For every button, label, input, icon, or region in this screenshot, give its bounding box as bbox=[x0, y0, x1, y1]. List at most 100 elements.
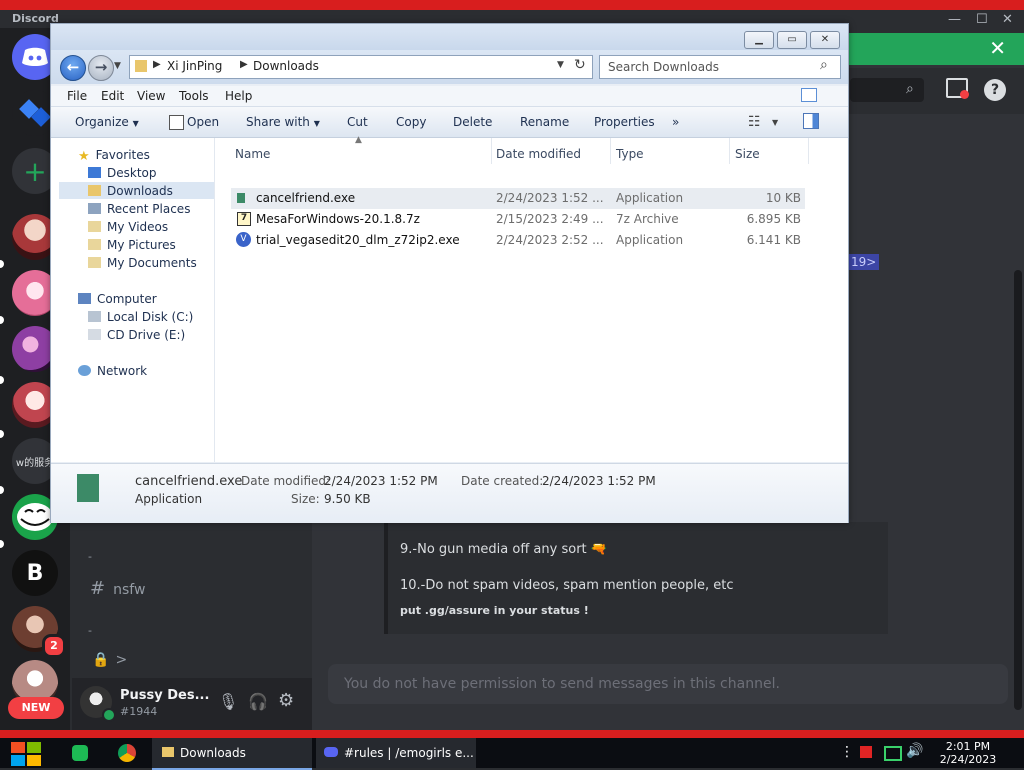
back-arrow-icon[interactable]: ← bbox=[60, 55, 86, 81]
column-type[interactable]: Type bbox=[616, 147, 644, 161]
close-window-icon[interactable]: ✕ bbox=[1002, 12, 1013, 27]
details-pane: cancelfriend.exe Application Date modifi… bbox=[51, 463, 848, 523]
breadcrumb-xi-jinping[interactable]: Xi JinPing bbox=[167, 59, 222, 73]
copy-button[interactable]: Copy bbox=[396, 115, 426, 129]
file-row[interactable]: 7 MesaForWindows-20.1.8.7z 2/15/2023 2:4… bbox=[231, 209, 805, 230]
share-with-button[interactable]: Share with ▼ bbox=[246, 115, 320, 129]
preview-pane-icon[interactable] bbox=[803, 113, 819, 129]
clock[interactable]: 2:01 PM 2/24/2023 bbox=[938, 740, 998, 766]
nav-favorites[interactable]: ★ Favorites bbox=[78, 148, 150, 164]
view-dropdown-icon[interactable]: ▼ bbox=[772, 118, 778, 127]
nav-downloads[interactable]: Downloads bbox=[88, 184, 173, 198]
spotify-icon[interactable] bbox=[72, 745, 88, 761]
chrome-icon[interactable] bbox=[118, 744, 136, 762]
view-options-icon[interactable]: ☷ bbox=[748, 114, 761, 130]
breadcrumb-separator-icon: ▶ bbox=[240, 59, 248, 70]
column-separator bbox=[808, 138, 809, 164]
nav-desktop[interactable]: Desktop bbox=[88, 166, 157, 180]
delete-button[interactable]: Delete bbox=[453, 115, 492, 129]
desktop-icon bbox=[88, 167, 101, 178]
cut-button[interactable]: Cut bbox=[347, 115, 368, 129]
file-type: Application bbox=[616, 191, 684, 205]
channel-nsfw[interactable]: # nsfw bbox=[90, 578, 145, 599]
folder-icon bbox=[162, 747, 174, 757]
nav-local-disk[interactable]: Local Disk (C:) bbox=[88, 310, 193, 324]
file-size: 10 KB bbox=[765, 191, 801, 205]
address-bar[interactable]: ▶ Xi JinPing ▶ Downloads ▼ ↻ bbox=[129, 55, 593, 79]
nav-recent-places[interactable]: Recent Places bbox=[88, 202, 190, 216]
search-downloads-input[interactable]: Search Downloads ⌕ bbox=[599, 55, 841, 79]
column-date-modified[interactable]: Date modified bbox=[496, 147, 581, 161]
taskbar-downloads[interactable]: Downloads bbox=[152, 738, 312, 770]
chat-toolbar: ⌕ ? bbox=[848, 68, 1024, 114]
rename-button[interactable]: Rename bbox=[520, 115, 569, 129]
explorer-titlebar[interactable]: ▁ ▭ ✕ bbox=[51, 24, 848, 50]
details-created-value: 2/24/2023 1:52 PM bbox=[542, 474, 656, 488]
start-button[interactable] bbox=[10, 741, 42, 767]
volume-icon[interactable]: 🔊 bbox=[906, 743, 923, 759]
microphone-icon[interactable]: 🎙 bbox=[218, 692, 238, 711]
maximize-button[interactable]: ▭ bbox=[777, 31, 807, 49]
open-icon bbox=[169, 115, 184, 130]
recent-pages-chevron-icon[interactable]: ▼ bbox=[114, 61, 121, 71]
server-bitcoin-icon[interactable]: B bbox=[12, 550, 58, 596]
nav-computer[interactable]: Computer bbox=[78, 292, 157, 306]
tray-overflow-icon[interactable]: ⋮ bbox=[840, 744, 854, 760]
minimize-button[interactable]: ▁ bbox=[744, 31, 774, 49]
message-input[interactable]: You do not have permission to send messa… bbox=[328, 664, 1008, 704]
exe-file-icon bbox=[237, 193, 245, 203]
menu-edit[interactable]: Edit bbox=[101, 89, 124, 103]
refresh-icon[interactable]: ↻ bbox=[574, 57, 586, 73]
pictures-folder-icon bbox=[88, 239, 101, 250]
nav-my-videos[interactable]: My Videos bbox=[88, 220, 168, 234]
navigation-pane: ★ Favorites Desktop Downloads Recent Plac… bbox=[51, 138, 215, 462]
file-name: MesaForWindows-20.1.8.7z bbox=[256, 212, 420, 226]
new-badge[interactable]: NEW bbox=[8, 697, 64, 719]
headphones-icon[interactable]: 🎧 bbox=[248, 692, 268, 711]
recent-places-icon bbox=[88, 203, 101, 214]
address-dropdown-icon[interactable]: ▼ bbox=[557, 60, 564, 70]
file-type: 7z Archive bbox=[616, 212, 679, 226]
category-collapse[interactable]: - bbox=[88, 550, 92, 563]
locked-channel[interactable]: 🔒 > bbox=[92, 652, 127, 668]
chat-scrollbar[interactable] bbox=[1014, 270, 1022, 710]
file-name: trial_vegasedit20_dlm_z72ip2.exe bbox=[256, 233, 460, 247]
file-row[interactable]: cancelfriend.exe 2/24/2023 1:52 ... Appl… bbox=[231, 188, 805, 209]
forward-arrow-icon[interactable]: → bbox=[88, 55, 114, 81]
close-button[interactable]: ✕ bbox=[810, 31, 840, 49]
nav-network[interactable]: Network bbox=[78, 364, 147, 378]
open-button[interactable]: Open bbox=[187, 115, 219, 129]
online-status-icon bbox=[102, 708, 116, 722]
file-row[interactable]: V trial_vegasedit20_dlm_z72ip2.exe 2/24/… bbox=[231, 230, 805, 251]
menu-help[interactable]: Help bbox=[225, 89, 252, 103]
clock-time: 2:01 PM bbox=[945, 740, 991, 753]
organize-button[interactable]: Organize ▼ bbox=[75, 115, 139, 129]
inbox-dot-icon bbox=[960, 90, 969, 99]
nav-my-documents[interactable]: My Documents bbox=[88, 256, 197, 270]
network-icon bbox=[78, 365, 91, 376]
minimize-icon[interactable]: — bbox=[948, 12, 961, 27]
menu-tools[interactable]: Tools bbox=[179, 89, 209, 103]
selected-file-icon bbox=[77, 474, 99, 502]
column-name[interactable]: Name bbox=[235, 147, 270, 161]
category-collapse-2[interactable]: - bbox=[88, 624, 92, 637]
close-icon[interactable]: ✕ bbox=[989, 36, 1006, 60]
nav-cd-drive[interactable]: CD Drive (E:) bbox=[88, 328, 185, 342]
details-created-label: Date created: bbox=[461, 474, 544, 488]
more-commands-button[interactable]: » bbox=[672, 115, 679, 129]
menu-view[interactable]: View bbox=[137, 89, 165, 103]
help-icon[interactable]: ? bbox=[984, 79, 1006, 101]
computer-icon bbox=[78, 293, 91, 304]
flag-icon[interactable] bbox=[860, 746, 872, 758]
maximize-icon[interactable]: ☐ bbox=[976, 12, 988, 27]
properties-button[interactable]: Properties bbox=[594, 115, 655, 129]
taskbar-discord[interactable]: #rules | /emogirls e... bbox=[316, 738, 476, 768]
unread-pill bbox=[0, 486, 4, 494]
gear-icon[interactable]: ⚙ bbox=[278, 690, 294, 711]
menu-file[interactable]: File bbox=[67, 89, 87, 103]
column-size[interactable]: Size bbox=[735, 147, 760, 161]
nav-my-pictures[interactable]: My Pictures bbox=[88, 238, 176, 252]
user-panel: Pussy Des... #1944 🎙 🎧 ⚙ bbox=[72, 678, 312, 730]
network-monitor-icon[interactable] bbox=[884, 746, 902, 761]
breadcrumb-downloads[interactable]: Downloads bbox=[253, 59, 319, 73]
